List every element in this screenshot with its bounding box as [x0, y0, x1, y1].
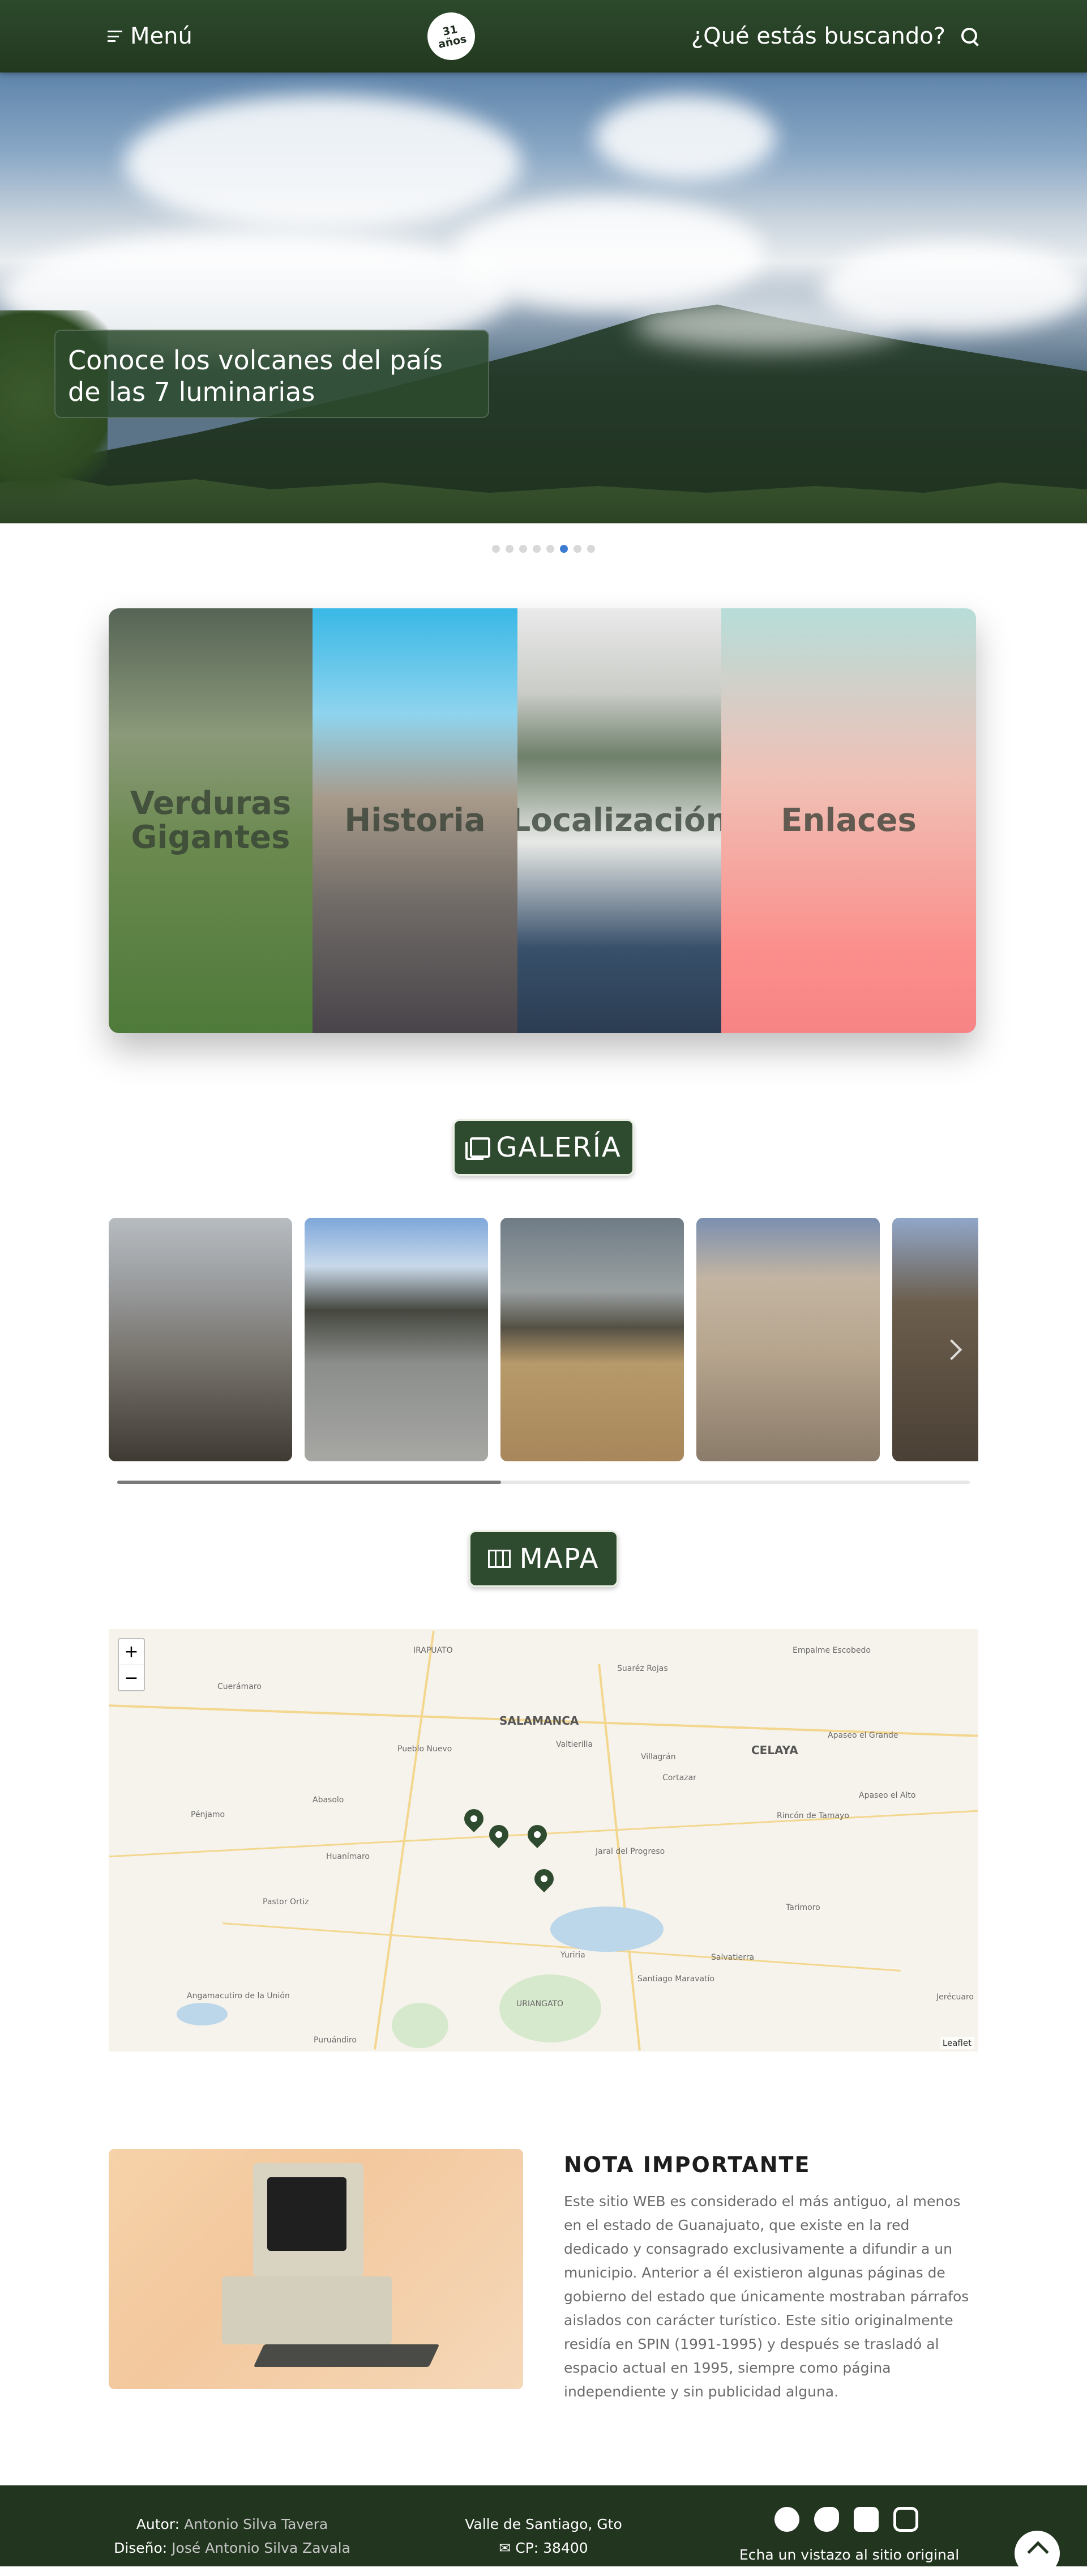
- map-city: Cuerámaro: [217, 1682, 262, 1691]
- site-footer: Autor: Antonio Silva Tavera Diseño: José…: [0, 2485, 1087, 2566]
- map-city: Suaréz Rojas: [617, 1664, 668, 1673]
- map-city: Apaseo el Grande: [828, 1731, 898, 1740]
- scroll-to-top-button[interactable]: [1015, 2531, 1060, 2576]
- map-button[interactable]: MAPA: [469, 1530, 618, 1587]
- author-name[interactable]: Antonio Silva Tavera: [184, 2516, 328, 2532]
- map-city: SALAMANCA: [499, 1714, 579, 1728]
- footer-credits: Autor: Antonio Silva Tavera Diseño: José…: [113, 2513, 351, 2560]
- menu-icon: [108, 31, 122, 42]
- panel-label: Localización: [517, 802, 721, 839]
- map-city: Salvatierra: [711, 1953, 755, 1962]
- map-city: Abasolo: [313, 1795, 344, 1805]
- gallery-scrollbar[interactable]: [117, 1481, 970, 1484]
- retro-computer-image: [109, 2149, 523, 2389]
- carousel-dot[interactable]: [492, 545, 500, 553]
- carousel-dot[interactable]: [519, 545, 527, 553]
- carousel-dot[interactable]: [574, 545, 581, 553]
- panel-verduras-gigantes[interactable]: Verduras Gigantes: [109, 608, 313, 1033]
- map-city: Angamacutiro de la Unión: [187, 1991, 290, 2001]
- footer-city: Valle de Santiago, Gto: [465, 2516, 622, 2532]
- zoom-out-button[interactable]: −: [119, 1665, 144, 1690]
- mail-icon: ✉: [499, 2540, 516, 2556]
- carousel-dot[interactable]: [533, 545, 541, 553]
- footer-address: Valle de Santiago, Gto ✉ CP: 38400: [442, 2513, 645, 2560]
- gallery-photo[interactable]: [305, 1218, 488, 1461]
- social-links: [774, 2507, 918, 2532]
- map-city: Jerécuaro: [936, 1993, 974, 2002]
- gallery-title: GALERÍA: [496, 1132, 622, 1163]
- site-logo[interactable]: 31 años: [423, 8, 480, 65]
- map-marker[interactable]: [460, 1805, 488, 1833]
- map-city: URIANGATO: [516, 1999, 564, 2008]
- topic-accordion: Verduras Gigantes Historia Localización …: [109, 608, 976, 1033]
- instagram-icon[interactable]: [893, 2507, 918, 2532]
- map-city: Yuriria: [560, 1951, 585, 1960]
- note-text: Este sitio WEB es considerado el más ant…: [564, 2193, 969, 2400]
- panel-localizacion[interactable]: Localización: [517, 608, 721, 1033]
- map-city: Valtierilla: [556, 1740, 593, 1749]
- map-city: Empalme Escobedo: [793, 1646, 871, 1655]
- map-city: Huanímaro: [326, 1852, 370, 1861]
- map-city: Villagrán: [641, 1752, 676, 1762]
- map-city: Apaseo el Alto: [859, 1791, 916, 1800]
- map-city: Tarimoro: [786, 1903, 820, 1912]
- map-city: Jaral del Progreso: [596, 1847, 665, 1856]
- map-zoom-control: + −: [118, 1638, 145, 1691]
- map-title: MAPA: [519, 1543, 600, 1575]
- footer-cp: CP: 38400: [515, 2540, 588, 2556]
- map-city: Pastor Ortiz: [263, 1897, 309, 1907]
- twitter-icon[interactable]: [814, 2507, 839, 2532]
- gallery-photo[interactable]: [109, 1218, 292, 1461]
- gallery-photo[interactable]: [500, 1218, 684, 1461]
- panel-label: Historia: [344, 802, 486, 839]
- carousel-dot[interactable]: [587, 545, 595, 553]
- map-city: Cortazar: [662, 1773, 696, 1782]
- design-label: Diseño:: [114, 2540, 168, 2556]
- map-city: Puruándiro: [314, 2036, 357, 2045]
- menu-label: Menú: [130, 23, 192, 49]
- map-city: Pénjamo: [191, 1810, 225, 1819]
- note-title: NOTA IMPORTANTE: [564, 2152, 811, 2177]
- map-city: IRAPUATO: [413, 1646, 453, 1655]
- search-label: ¿Qué estás buscando?: [691, 23, 945, 49]
- map-marker[interactable]: [485, 1820, 513, 1849]
- map-city: Pueblo Nuevo: [397, 1745, 452, 1754]
- map-marker[interactable]: [523, 1820, 551, 1849]
- map-city: Santiago Maravatío: [637, 1974, 715, 1984]
- carousel-dot-active[interactable]: [560, 545, 568, 553]
- search-button[interactable]: ¿Qué estás buscando?: [691, 23, 979, 49]
- panel-historia[interactable]: Historia: [313, 608, 517, 1033]
- map-icon: [487, 1550, 511, 1568]
- gallery-photo[interactable]: [696, 1218, 880, 1461]
- gallery-icon: [465, 1137, 491, 1160]
- map-city: Rincón de Tamayo: [777, 1811, 849, 1820]
- panel-label: Enlaces: [781, 802, 917, 839]
- map-attribution[interactable]: Leaflet: [940, 2037, 974, 2049]
- logo-years: años: [436, 32, 468, 51]
- zoom-in-button[interactable]: +: [119, 1639, 144, 1665]
- panel-label: Verduras Gigantes: [130, 785, 292, 856]
- map-marker[interactable]: [530, 1865, 558, 1893]
- carousel-dot[interactable]: [546, 545, 554, 553]
- hero-carousel[interactable]: Conoce los volcanes del país de las 7 lu…: [0, 72, 1087, 523]
- youtube-icon[interactable]: [854, 2507, 879, 2532]
- gallery-button[interactable]: GALERÍA: [453, 1119, 634, 1176]
- search-icon: [960, 27, 979, 46]
- panel-enlaces[interactable]: Enlaces: [721, 608, 976, 1033]
- carousel-indicators: [0, 545, 1087, 553]
- facebook-icon[interactable]: [774, 2507, 799, 2532]
- scrollbar-thumb[interactable]: [117, 1481, 501, 1484]
- region-map[interactable]: IRAPUATO Cuerámaro SALAMANCA Valtierilla…: [109, 1629, 978, 2052]
- author-label: Autor:: [136, 2516, 180, 2532]
- designer-name[interactable]: José Antonio Silva Zavala: [172, 2540, 350, 2556]
- menu-button[interactable]: Menú: [108, 23, 192, 49]
- top-navbar: Menú 31 años ¿Qué estás buscando?: [0, 0, 1087, 72]
- map-city: CELAYA: [751, 1743, 798, 1757]
- carousel-dot[interactable]: [506, 545, 513, 553]
- gallery-photo[interactable]: [892, 1218, 978, 1461]
- gallery-strip[interactable]: [109, 1218, 978, 1461]
- hero-caption: Conoce los volcanes del país de las 7 lu…: [54, 330, 489, 418]
- original-site-link[interactable]: Echa un vistazo al sitio original: [739, 2547, 959, 2563]
